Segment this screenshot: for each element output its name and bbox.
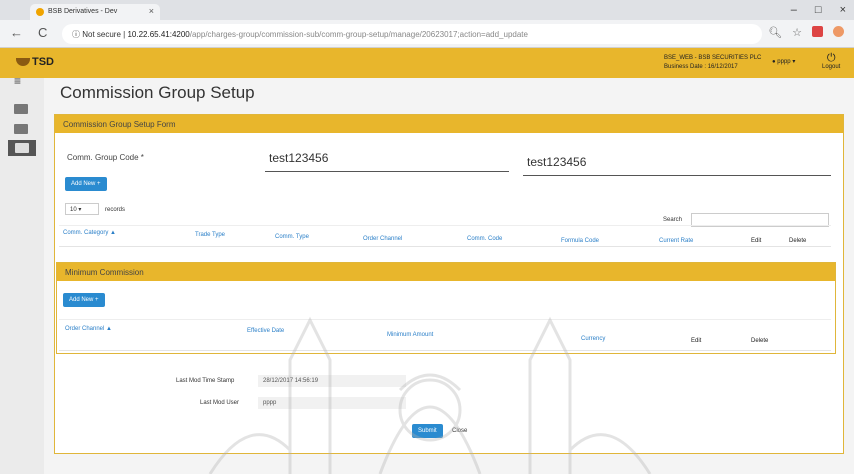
- records-control: 10 ▾ records: [65, 203, 125, 215]
- col-delete: Delete: [789, 238, 807, 244]
- browser-toolbar: ← C ⓘ Not secure | 10.22.65.41:4200/app/…: [0, 20, 854, 48]
- power-icon: ⏻: [826, 52, 836, 64]
- col-currency[interactable]: Currency: [581, 336, 605, 342]
- maximize-button[interactable]: □: [815, 4, 822, 16]
- folder-icon: [15, 143, 29, 153]
- minimum-table-header: Order Channel ▲ Effective Date Minimum A…: [59, 319, 831, 351]
- sidebar-item-active[interactable]: [8, 140, 36, 156]
- col-minimum-amount[interactable]: Minimum Amount: [387, 332, 433, 338]
- logo-text: TSD: [32, 56, 54, 68]
- company-name: BSE_WEB - BSB SECURITIES PLC: [664, 55, 762, 61]
- last-mod-timestamp-value: 28/12/2017 14:56:19: [263, 378, 319, 384]
- col-min-order-channel[interactable]: Order Channel ▲: [65, 326, 112, 332]
- last-mod-user-label: Last Mod User: [200, 400, 240, 406]
- company-info: BSE_WEB - BSB SECURITIES PLC Business Da…: [664, 54, 761, 72]
- col-order-channel[interactable]: Order Channel: [363, 236, 402, 242]
- minimize-button[interactable]: –: [791, 4, 797, 16]
- star-icon[interactable]: ☆: [792, 26, 802, 39]
- col-effective-date[interactable]: Effective Date: [247, 328, 284, 334]
- sidebar: ≡: [0, 74, 44, 474]
- last-mod-user-box: [258, 397, 406, 409]
- comm-group-code-input-2[interactable]: test123456: [527, 155, 586, 169]
- records-per-page-select[interactable]: 10 ▾: [65, 203, 99, 215]
- form-panel-title: Commission Group Setup Form: [55, 115, 843, 133]
- comm-group-code-label: Comm. Group Code *: [67, 153, 144, 162]
- logo-icon: [16, 58, 30, 67]
- col-comm-category[interactable]: Comm. Category ▲: [63, 230, 116, 236]
- browser-tab[interactable]: BSB Derivatives - Dev ×: [30, 4, 160, 20]
- security-label: Not secure: [82, 30, 121, 39]
- extension-icon-2[interactable]: [833, 26, 844, 37]
- logout-label: Logout: [822, 64, 841, 70]
- menu-icon[interactable]: ≡: [14, 74, 28, 88]
- url-path: /app/charges-group/commission-sub/comm-g…: [189, 30, 528, 39]
- add-new-minimum-button[interactable]: Add New +: [63, 293, 105, 307]
- tab-close-icon[interactable]: ×: [149, 6, 154, 16]
- sidebar-item-icon-2[interactable]: [14, 124, 28, 134]
- back-icon[interactable]: ←: [10, 25, 23, 40]
- sidebar-item-icon-1[interactable]: [14, 104, 28, 114]
- business-date: Business Date : 16/12/2017: [664, 64, 738, 70]
- app-logo: TSD: [16, 56, 54, 68]
- comm-group-code-input[interactable]: test123456: [269, 151, 328, 165]
- comm-group-code-underline-2: [523, 175, 831, 176]
- page-title: Commission Group Setup: [60, 83, 255, 102]
- add-new-commission-button[interactable]: Add New +: [65, 177, 107, 191]
- minimum-commission-title: Minimum Commission: [57, 263, 835, 281]
- user-name: pppp: [777, 59, 791, 65]
- submit-button[interactable]: Submit: [412, 424, 443, 438]
- reload-icon[interactable]: C: [38, 25, 47, 40]
- tab-title: BSB Derivatives - Dev: [48, 8, 118, 15]
- address-bar[interactable]: ⓘ Not secure | 10.22.65.41:4200/app/char…: [62, 24, 762, 44]
- user-menu[interactable]: ● pppp ▾: [772, 58, 795, 65]
- minimum-commission-panel: Minimum Commission Add New + Order Chann…: [56, 262, 836, 354]
- records-select-value: 10: [70, 207, 77, 213]
- extension-icon[interactable]: [812, 26, 823, 37]
- col-current-rate[interactable]: Current Rate: [659, 238, 693, 244]
- col-comm-code[interactable]: Comm. Code: [467, 236, 502, 242]
- toolbar-icons: 🔍︎ ☆: [768, 26, 844, 39]
- col-min-delete: Delete: [751, 338, 769, 344]
- col-formula-code[interactable]: Formula Code: [561, 238, 599, 244]
- commission-table-header: Comm. Category ▲ Trade Type Comm. Type O…: [59, 225, 831, 247]
- url-host: 10.22.65.41:4200: [127, 30, 190, 39]
- zoom-icon[interactable]: 🔍︎: [768, 26, 782, 39]
- comm-group-code-underline: [265, 171, 509, 172]
- col-trade-type[interactable]: Trade Type: [195, 232, 225, 238]
- close-window-button[interactable]: ×: [840, 4, 846, 16]
- browser-tabstrip: BSB Derivatives - Dev × – □ ×: [0, 0, 854, 20]
- col-min-edit: Edit: [691, 338, 702, 344]
- app-header: TSD BSE_WEB - BSB SECURITIES PLC Busines…: [0, 48, 854, 78]
- window-controls: – □ ×: [791, 4, 846, 16]
- last-mod-user-value: pppp: [263, 400, 277, 406]
- last-mod-timestamp-label: Last Mod Time Stamp: [176, 378, 235, 384]
- favicon-icon: [36, 8, 44, 16]
- search-label: Search: [663, 217, 683, 223]
- info-icon: ⓘ: [72, 30, 83, 39]
- close-button[interactable]: Close: [452, 428, 467, 434]
- col-edit: Edit: [751, 238, 762, 244]
- records-label: records: [105, 207, 126, 213]
- col-comm-type[interactable]: Comm. Type: [275, 234, 309, 240]
- logout-button[interactable]: ⏻ Logout: [822, 52, 841, 71]
